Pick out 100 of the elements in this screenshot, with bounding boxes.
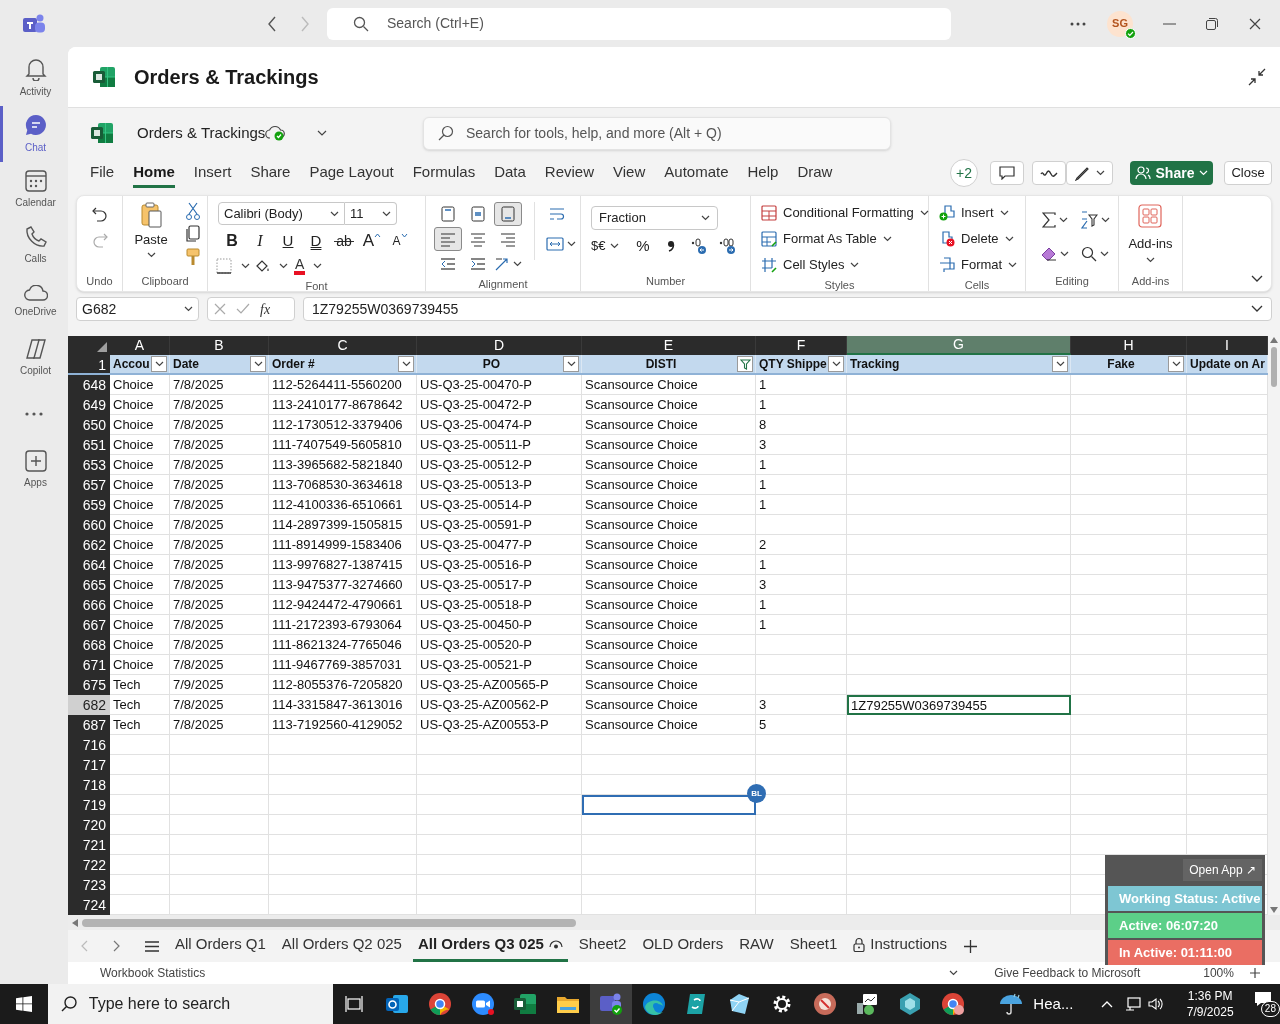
cancel-icon[interactable]	[214, 303, 226, 315]
insert-button[interactable]: Insert	[939, 201, 1025, 225]
rail-item[interactable]: Apps	[0, 442, 68, 498]
table-cell[interactable]: Tech	[110, 715, 170, 735]
table-cell[interactable]: Choice	[110, 455, 170, 475]
network-icon[interactable]	[1125, 997, 1142, 1011]
table-cell[interactable]: 1	[756, 395, 847, 415]
filter-dropdown-button[interactable]	[1052, 356, 1068, 372]
chevron-icon[interactable]	[949, 970, 959, 976]
table-cell[interactable]: US-Q3-25-00511-P	[417, 435, 582, 455]
table-cell[interactable]: 111-2172393-6793064	[269, 615, 417, 635]
table-cell[interactable]: US-Q3-25-00450-P	[417, 615, 582, 635]
filter-dropdown-button[interactable]	[398, 356, 414, 372]
menu-tab[interactable]: Draw	[797, 160, 833, 188]
currency-button[interactable]: $€	[591, 234, 629, 258]
menu-tab[interactable]: Insert	[193, 160, 232, 188]
table-cell[interactable]: 7/8/2025	[170, 595, 269, 615]
table-cell[interactable]: 7/8/2025	[170, 495, 269, 515]
avatar[interactable]: SG	[1107, 10, 1133, 37]
menu-tab[interactable]: Formulas	[412, 160, 476, 188]
table-cell[interactable]: 7/8/2025	[170, 575, 269, 595]
table-cell[interactable]: 114-3315847-3613016	[269, 695, 417, 715]
row-number[interactable]: 653	[68, 455, 110, 475]
table-cell[interactable]: Scansource Choice	[582, 375, 756, 395]
table-cell[interactable]: Choice	[110, 515, 170, 535]
row-number[interactable]: 660	[68, 515, 110, 535]
weather-button[interactable]: Hea...	[999, 984, 1074, 1024]
table-cell[interactable]: Scansource Choice	[582, 475, 756, 495]
table-cell[interactable]: 7/8/2025	[170, 615, 269, 635]
taskbar-search-field[interactable]: Type here to search	[47, 984, 334, 1024]
redo-icon[interactable]	[91, 232, 108, 248]
rail-item[interactable]: Activity	[0, 50, 68, 106]
row-number[interactable]: 716	[68, 735, 110, 755]
filter-dropdown-button[interactable]	[1168, 356, 1184, 372]
italic-button[interactable]: I	[246, 229, 274, 253]
row-number[interactable]: 682	[68, 695, 110, 715]
collapse-icon[interactable]	[1248, 68, 1266, 86]
format-painter-icon[interactable]	[185, 248, 201, 266]
table-cell[interactable]: 111-8914999-1583406	[269, 535, 417, 555]
table-cell[interactable]: US-Q3-25-AZ00565-P	[417, 675, 582, 695]
table-cell[interactable]: Choice	[110, 555, 170, 575]
row-number[interactable]: 722	[68, 855, 110, 875]
row-number[interactable]: 667	[68, 615, 110, 635]
table-cell[interactable]: 7/8/2025	[170, 435, 269, 455]
table-cell[interactable]: Choice	[110, 655, 170, 675]
menu-tab[interactable]: View	[613, 160, 646, 188]
table-cell[interactable]: US-Q3-25-00516-P	[417, 555, 582, 575]
close-icon[interactable]	[1249, 17, 1261, 30]
table-cell[interactable]: 7/8/2025	[170, 375, 269, 395]
menu-tab[interactable]: File	[90, 160, 115, 188]
table-cell[interactable]: Choice	[110, 395, 170, 415]
font-size-dropdown[interactable]: 11	[345, 202, 397, 225]
sheet-tab[interactable]: All Orders Q2 025	[276, 930, 407, 962]
next-sheet-icon[interactable]	[113, 940, 120, 952]
table-cell[interactable]: US-Q3-25-00518-P	[417, 595, 582, 615]
table-cell[interactable]: 1	[756, 455, 847, 475]
table-cell[interactable]: 2	[756, 535, 847, 555]
number-format-dropdown[interactable]: Fraction	[591, 206, 718, 230]
enter-icon[interactable]	[236, 303, 250, 315]
row-number[interactable]: 649	[68, 395, 110, 415]
table-cell[interactable]: Scansource Choice	[582, 655, 756, 675]
scrollbar-thumb[interactable]	[1271, 347, 1277, 387]
table-cell[interactable]: 3	[756, 435, 847, 455]
zoom-in-icon[interactable]	[1249, 968, 1260, 978]
table-cell[interactable]: 1	[756, 375, 847, 395]
menu-tab[interactable]: Share	[250, 160, 291, 188]
row-number[interactable]: 724	[68, 895, 110, 915]
table-cell[interactable]: 112-9424472-4790661	[269, 595, 417, 615]
more-icon[interactable]	[25, 412, 43, 416]
horizontal-align-button[interactable]	[434, 227, 462, 251]
open-app-button[interactable]: Open App ↗	[1183, 858, 1262, 881]
add-ins-button[interactable]: Add-ins	[1128, 204, 1173, 263]
table-cell[interactable]: Scansource Choice	[582, 395, 756, 415]
sheet-tab[interactable]: Sheet2	[573, 930, 632, 962]
task-view-icon[interactable]	[345, 996, 364, 1012]
table-cell[interactable]: 113-9976827-1387415	[269, 555, 417, 575]
minimize-icon[interactable]	[1163, 22, 1176, 25]
rail-item[interactable]: OneDrive	[0, 274, 68, 330]
table-cell[interactable]: US-Q3-25-00520-P	[417, 635, 582, 655]
coauthors-button[interactable]: +2	[950, 159, 978, 187]
row-number[interactable]: 662	[68, 535, 110, 555]
row-number[interactable]: 648	[68, 375, 110, 395]
table-cell[interactable]: 113-7068530-3634618	[269, 475, 417, 495]
row-number[interactable]: 721	[68, 835, 110, 855]
table-cell[interactable]: 1	[756, 615, 847, 635]
table-cell[interactable]: 1Z79255W0369739455	[847, 695, 1071, 715]
table-cell[interactable]: 111-9467769-3857031	[269, 655, 417, 675]
table-cell[interactable]: 7/8/2025	[170, 535, 269, 555]
table-cell[interactable]: 112-1730512-3379406	[269, 415, 417, 435]
table-cell[interactable]: Choice	[110, 375, 170, 395]
volume-icon[interactable]	[1148, 997, 1165, 1011]
table-cell[interactable]: 3	[756, 695, 847, 715]
font-name-dropdown[interactable]: Calibri (Body)	[218, 202, 345, 225]
close-button[interactable]: Close	[1224, 161, 1272, 185]
table-cell[interactable]: 7/8/2025	[170, 515, 269, 535]
clock-button[interactable]: 1:36 PM 7/9/2025	[1178, 988, 1243, 1020]
double-underline-button[interactable]: D	[302, 229, 330, 253]
table-cell[interactable]: Scansource Choice	[582, 615, 756, 635]
row-number[interactable]: 719	[68, 795, 110, 815]
format-as-table-button[interactable]: Format As Table	[761, 227, 928, 251]
